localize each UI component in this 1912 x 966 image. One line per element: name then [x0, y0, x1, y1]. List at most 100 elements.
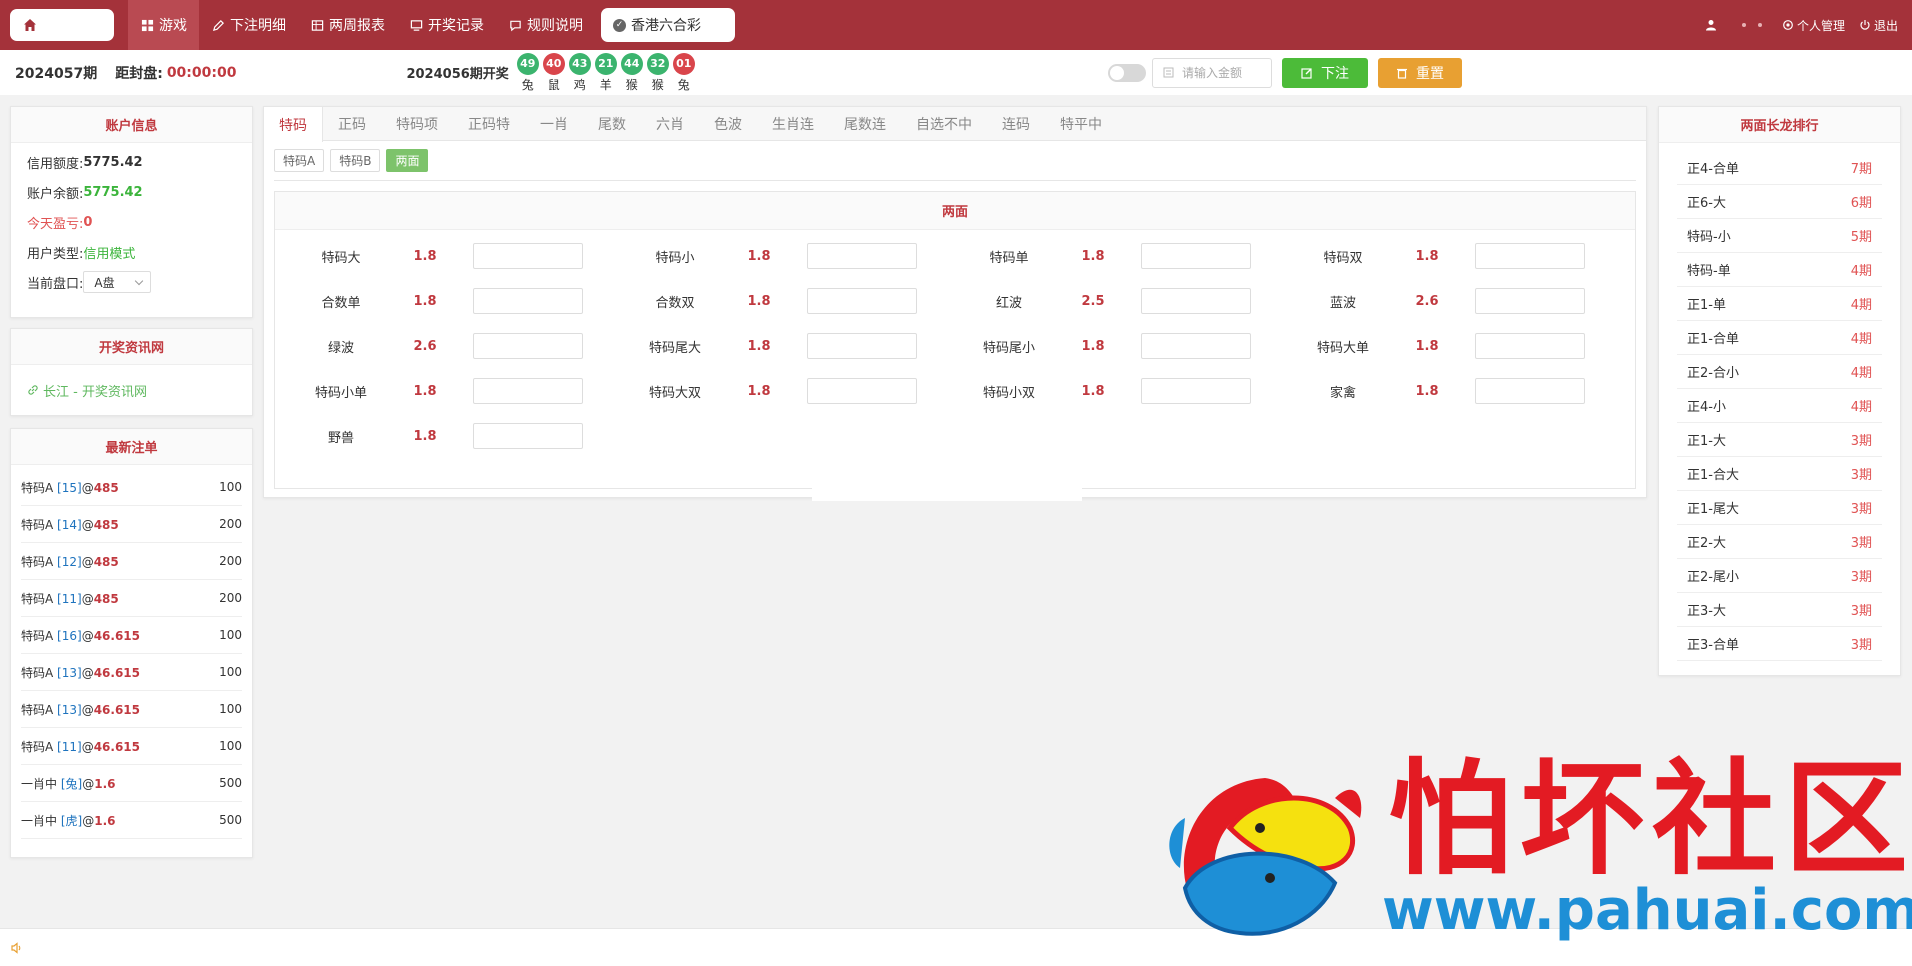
note-icon — [1163, 67, 1174, 78]
draw-zodiac: 鼠 — [547, 77, 560, 92]
bet-name: 一肖中 — [21, 776, 58, 791]
option-amount-input[interactable] — [473, 333, 583, 359]
nav-label: 规则说明 — [527, 18, 583, 34]
table-icon — [310, 18, 324, 32]
watermark: 怕坏社区 www.pahuai.com — [1160, 758, 1912, 948]
bet-option: 特码双 1.8 — [1289, 238, 1623, 274]
draw-ball: 01 — [672, 52, 695, 75]
ranking-list: 正4-合单 7期 正6-大 6期 特码-小 5期 特码-单 4期 正1-单 4期 正1-合单 4期 正2… — [1659, 143, 1900, 661]
option-amount-input[interactable] — [1141, 333, 1251, 359]
tab-2[interactable]: 特码项 — [381, 107, 453, 141]
option-amount-input[interactable] — [473, 288, 583, 314]
tab-3[interactable]: 正码特 — [453, 107, 525, 141]
subtab-2[interactable]: 两面 — [386, 149, 429, 172]
panel-title: 账户信息 — [11, 107, 252, 143]
draw-zodiac: 猴 — [625, 77, 638, 92]
nav-item-game[interactable]: 游戏 — [128, 0, 199, 50]
rank-row: 正2-大 3期 — [1677, 525, 1882, 559]
option-amount-input[interactable] — [1475, 288, 1585, 314]
option-amount-input[interactable] — [473, 423, 583, 449]
option-amount-input[interactable] — [473, 243, 583, 269]
bet-option: 野兽 1.8 — [287, 418, 621, 454]
profit-label: 今天盈亏: — [27, 216, 84, 232]
reset-button[interactable]: 重置 — [1378, 57, 1462, 88]
gear-icon — [1783, 20, 1793, 30]
option-odds: 1.8 — [747, 293, 771, 309]
at-sign: @ — [81, 628, 94, 643]
option-amount-input[interactable] — [473, 378, 583, 404]
bet-desc: 特码A [11]@485 — [21, 590, 119, 607]
option-amount-input[interactable] — [807, 378, 917, 404]
bet-amount: 200 — [219, 591, 242, 605]
tab-6[interactable]: 六肖 — [641, 107, 699, 141]
tab-11[interactable]: 连码 — [987, 107, 1045, 141]
option-odds: 1.8 — [1415, 248, 1439, 264]
bet-button[interactable]: 下注 — [1282, 57, 1368, 88]
logout-link[interactable]: 退出 — [1859, 17, 1898, 34]
rank-row: 正1-尾大 3期 — [1677, 491, 1882, 525]
option-amount-input[interactable] — [807, 333, 917, 359]
at-sign: @ — [81, 554, 94, 569]
option-amount-input[interactable] — [807, 243, 917, 269]
rank-name: 正4-小 — [1687, 400, 1726, 415]
option-amount-input[interactable] — [1475, 243, 1585, 269]
option-amount-input[interactable] — [1141, 288, 1251, 314]
nav-item-rules[interactable]: 规则说明 — [496, 0, 595, 50]
option-amount-input[interactable] — [1475, 378, 1585, 404]
rank-row: 正2-合小 4期 — [1677, 355, 1882, 389]
at-sign: @ — [81, 591, 94, 606]
bet-row: 特码A [13]@46.615 100 — [21, 654, 242, 691]
rank-name: 正1-单 — [1687, 298, 1726, 313]
bet-odds: 485 — [93, 480, 119, 495]
profile-link[interactable]: 个人管理 — [1782, 17, 1845, 34]
rank-count: 7期 — [1850, 162, 1872, 177]
option-name: 蓝波 — [1329, 295, 1356, 311]
tab-4[interactable]: 一肖 — [525, 107, 583, 141]
tab-7[interactable]: 色波 — [699, 107, 757, 141]
subtab-0[interactable]: 特码A — [274, 149, 325, 172]
subtab-1[interactable]: 特码B — [330, 149, 381, 172]
option-name: 合数单 — [321, 295, 361, 311]
nav-item-report[interactable]: 两周报表 — [298, 0, 397, 50]
tab-12[interactable]: 特平中 — [1045, 107, 1117, 141]
user-icon[interactable] — [1705, 19, 1720, 31]
quick-bet-toggle[interactable] — [1108, 63, 1146, 82]
speaker-icon[interactable] — [9, 941, 23, 955]
bet-desc: 特码A [16]@46.615 — [21, 627, 140, 644]
option-amount-input[interactable] — [807, 288, 917, 314]
rank-count: 4期 — [1850, 298, 1872, 313]
nav-item-bet-details[interactable]: 下注明细 — [199, 0, 298, 50]
bet-option: 特码大 1.8 — [287, 238, 621, 274]
rank-row: 特码-单 4期 — [1677, 253, 1882, 287]
bet-option: 特码单 1.8 — [955, 238, 1289, 274]
tab-10[interactable]: 自选不中 — [901, 107, 987, 141]
amount-input[interactable]: 请输入金额 — [1152, 57, 1272, 88]
tab-9[interactable]: 尾数连 — [829, 107, 901, 141]
option-amount-input[interactable] — [1141, 378, 1251, 404]
bet-amount: 500 — [219, 813, 242, 827]
account-panel: 账户信息 信用额度: 5775.42 账户余额: 5775.42 今天盈亏: 0… — [10, 106, 253, 318]
play-tabs: 特码 正码 特码项 正码特 一肖 尾数 六肖 色波 生肖连 尾数连 自选不中 连码 特平中 — [264, 107, 1646, 142]
user-type-value: 信用模式 — [83, 246, 136, 262]
news-link[interactable]: 长江 - 开奖资讯网 — [11, 365, 252, 415]
bet-selection: [16] — [57, 628, 82, 643]
tab-0[interactable]: 特码 — [264, 107, 323, 142]
lottery-selector[interactable]: ✓ 香港六合彩 — [601, 8, 735, 42]
rank-count: 6期 — [1850, 196, 1872, 211]
bet-option: 绿波 2.6 — [287, 328, 621, 364]
bet-option: 特码大单 1.8 — [1289, 328, 1623, 364]
plate-select[interactable]: A盘 — [83, 271, 152, 293]
tab-1[interactable]: 正码 — [323, 107, 381, 141]
tab-5[interactable]: 尾数 — [583, 107, 641, 141]
option-amount-input[interactable] — [1141, 243, 1251, 269]
bet-selection: [14] — [57, 517, 82, 532]
nav-item-draw-history[interactable]: 开奖记录 — [397, 0, 496, 50]
lottery-name: 香港六合彩 — [631, 18, 701, 34]
tab-8[interactable]: 生肖连 — [757, 107, 829, 141]
option-name: 红波 — [995, 295, 1022, 311]
bet-selection: [12] — [57, 554, 82, 569]
home-button[interactable] — [10, 9, 114, 41]
rank-row: 特码-小 5期 — [1677, 219, 1882, 253]
user-type-label: 用户类型: — [27, 246, 84, 262]
option-amount-input[interactable] — [1475, 333, 1585, 359]
